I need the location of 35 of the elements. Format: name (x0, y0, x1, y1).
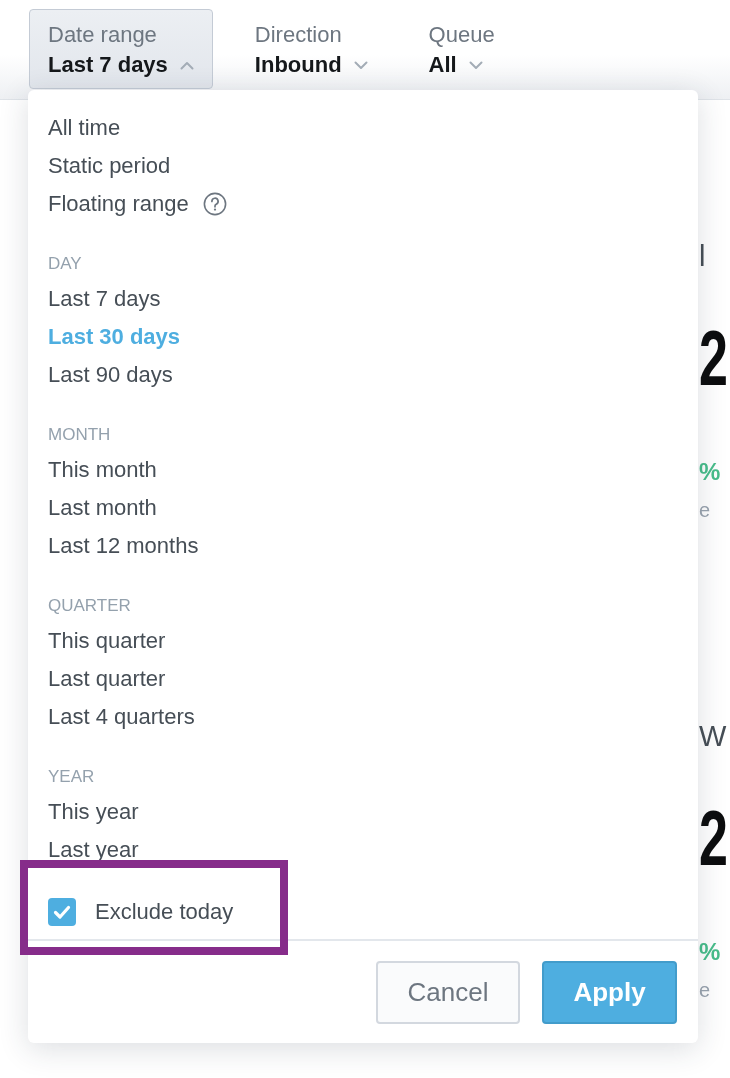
group-heading: MONTH (48, 424, 112, 446)
menu-option[interactable]: This year (48, 797, 139, 827)
checkbox[interactable] (48, 898, 76, 926)
cancel-button[interactable]: Cancel (376, 961, 520, 1024)
caret-icon (468, 60, 483, 70)
filter-button[interactable]: Queue All (409, 9, 514, 89)
group-heading: YEAR (48, 766, 96, 788)
menu-option[interactable]: Last 90 days (48, 360, 173, 390)
menu-option[interactable]: Last 7 days (48, 284, 161, 314)
group-heading: QUARTER (48, 595, 132, 617)
kpi-title: W (699, 719, 727, 754)
kpi-value: 2 (699, 793, 728, 884)
kpi-title: l (699, 239, 706, 274)
menu-option[interactable]: Static period (48, 151, 171, 181)
caret-icon (179, 60, 194, 70)
caret-icon (353, 60, 368, 70)
filter-button[interactable]: Date range Last 7 days (29, 9, 213, 89)
help-icon[interactable] (202, 192, 227, 216)
group-heading: DAY (48, 253, 83, 275)
menu-option[interactable]: Last month (48, 493, 157, 523)
kpi-caption: e (699, 498, 711, 523)
menu-option[interactable]: Last 12 months (48, 531, 199, 561)
menu-option[interactable]: This month (48, 455, 157, 485)
filter-button[interactable]: Direction Inbound (235, 9, 387, 89)
kpi-change: % (699, 457, 721, 487)
kpi-caption: e (699, 978, 711, 1003)
menu-option[interactable]: Floating range (48, 189, 189, 219)
menu-option[interactable]: Last year (48, 835, 139, 865)
menu-option[interactable]: Last 4 quarters (48, 702, 195, 732)
menu-option[interactable]: This quarter (48, 626, 166, 656)
menu-option[interactable]: All time (48, 113, 121, 143)
kpi-value: 2 (699, 313, 728, 404)
menu-option[interactable]: Last quarter (48, 664, 166, 694)
checkbox-label[interactable]: Exclude today (95, 897, 234, 927)
kpi-change: % (699, 937, 721, 967)
